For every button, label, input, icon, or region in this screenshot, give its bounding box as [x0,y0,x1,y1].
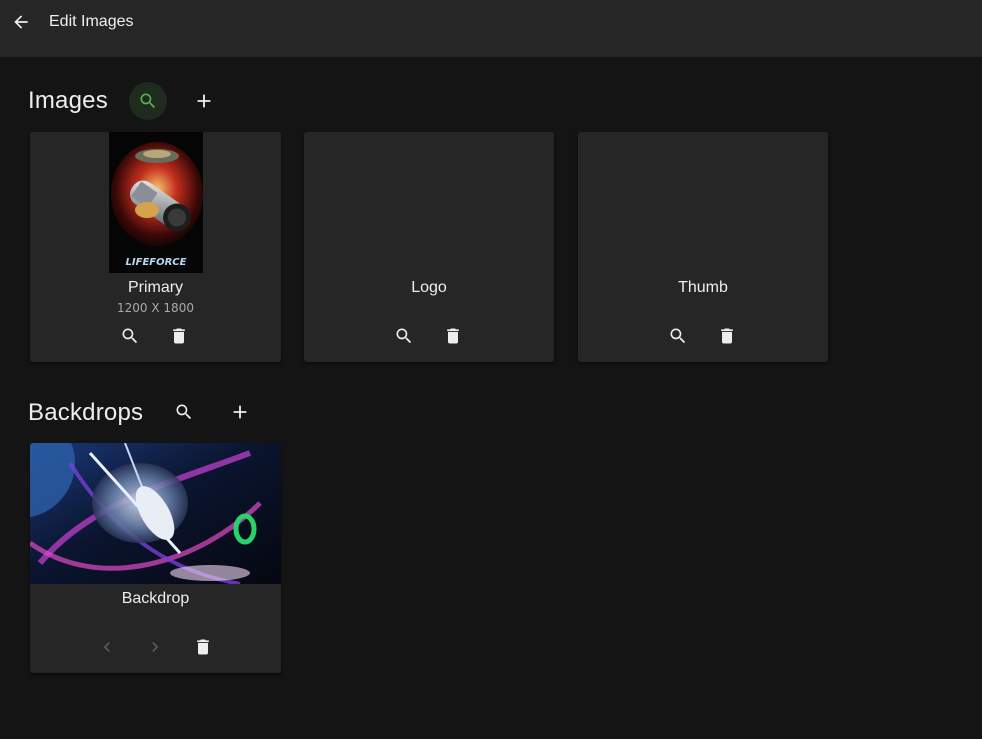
delete-thumb-button[interactable] [713,322,741,350]
card-label-backdrop: Backdrop [121,590,190,607]
add-image-button[interactable] [185,82,223,120]
card-label-logo: Logo [411,279,447,296]
image-card-logo: Logo [304,132,554,362]
delete-primary-button[interactable] [165,322,193,350]
image-size-text: 1200 X 1800 [117,301,194,315]
search-thumb-button[interactable] [664,322,692,350]
search-images-button[interactable] [129,82,167,120]
search-icon [396,328,412,344]
poster-title-text: LIFEFORCE [126,257,187,268]
search-backdrops-button[interactable] [165,393,203,431]
add-backdrop-button[interactable] [221,393,259,431]
search-icon [176,404,192,420]
chevron-right-icon [152,642,159,652]
search-primary-button[interactable] [116,322,144,350]
backdrop-card: Backdrop [30,443,281,673]
backdrop-image[interactable] [30,443,281,584]
arrow-back-icon [14,15,28,29]
back-button[interactable] [8,9,34,35]
delete-logo-button[interactable] [439,322,467,350]
previous-backdrop-button[interactable] [93,633,121,661]
image-card-primary: LIFEFORCE Primary 1200 X 1800 [30,132,281,362]
search-icon [122,328,138,344]
delete-icon [197,639,209,655]
primary-poster-image[interactable]: LIFEFORCE [109,132,203,273]
image-card-thumb: Thumb [578,132,828,362]
chevron-left-icon [103,642,110,652]
delete-icon [173,328,185,344]
delete-backdrop-button[interactable] [189,633,217,661]
app-header: Edit Images [0,0,982,57]
card-label-primary: Primary [127,279,184,296]
delete-icon [721,328,733,344]
search-icon [670,328,686,344]
page-title: Edit Images [49,13,134,30]
search-icon [140,93,156,109]
images-section-title: Images [28,87,108,114]
card-label-thumb: Thumb [678,279,728,296]
add-icon [197,94,211,108]
delete-icon [447,328,459,344]
search-logo-button[interactable] [390,322,418,350]
backdrops-section-title: Backdrops [28,399,144,426]
add-icon [233,405,247,419]
next-backdrop-button[interactable] [141,633,169,661]
